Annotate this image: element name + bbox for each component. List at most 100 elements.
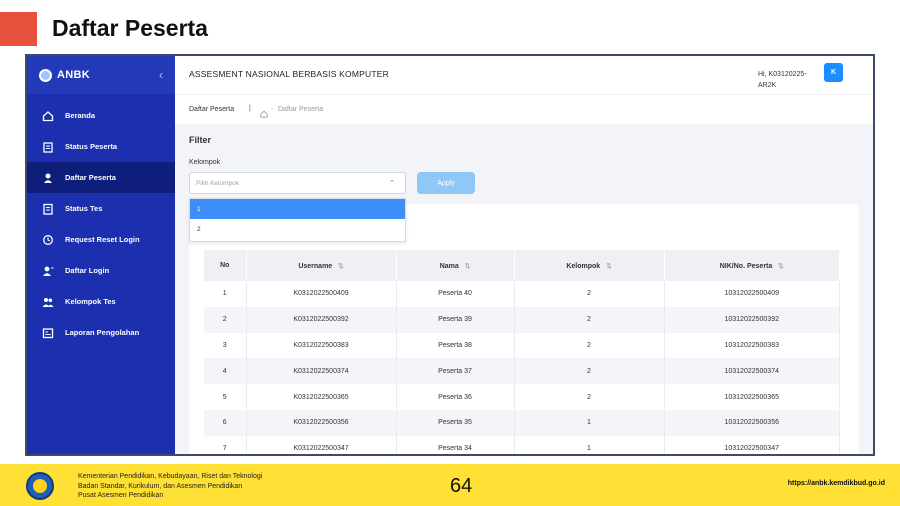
cell-kelompok: 1	[514, 435, 665, 454]
table-row: 1 K0312022500409 Peserta 40 2 1031202250…	[204, 281, 840, 307]
cell-nama: Peserta 34	[396, 435, 515, 454]
kelompok-label: Kelompok	[189, 159, 221, 166]
clipboard-icon	[42, 141, 54, 153]
sidebar-item-label: Kelompok Tes	[65, 297, 116, 306]
cell-nik: 10312022500383	[664, 332, 840, 359]
cell-nik: 10312022500374	[664, 358, 840, 385]
user-greeting-line1: Hi, K03120225-	[758, 71, 807, 78]
table-row: 6 K0312022500356 Peserta 35 1 1031202250…	[204, 409, 840, 436]
user-greeting-line2: AR2K	[758, 82, 777, 89]
sidebar-item-request-reset-login[interactable]: Request Reset Login	[27, 224, 175, 255]
user-greeting: Hi, K03120225- AR2K	[758, 69, 807, 91]
sidebar-item-status-tes[interactable]: Status Tes	[27, 193, 175, 224]
sidebar-item-laporan-pengolahan[interactable]: Laporan Pengolahan	[27, 317, 175, 348]
breadcrumb-current[interactable]: Daftar Peserta	[278, 106, 323, 113]
cell-nama: Peserta 39	[396, 306, 515, 333]
breadcrumb-dash: -	[271, 106, 274, 113]
dropdown-option-2[interactable]: 2	[190, 219, 405, 239]
cell-username: K0312022500365	[246, 384, 397, 410]
cell-nik: 10312022500347	[664, 435, 840, 454]
app-title: ASSESMENT NASIONAL BERBASIS KOMPUTER	[189, 69, 389, 79]
sidebar-item-kelompok-tes[interactable]: Kelompok Tes	[27, 286, 175, 317]
sidebar-collapse-icon[interactable]: ‹	[159, 68, 163, 82]
column-header-nik[interactable]: NIK/No. Peserta ⇅	[664, 250, 840, 281]
sidebar: ANBK ‹ Beranda Status Peserta Daftar Pes…	[27, 56, 175, 454]
sidebar-item-label: Daftar Login	[65, 266, 110, 275]
cell-nama: Peserta 35	[396, 409, 515, 436]
sidebar-item-label: Status Tes	[65, 204, 103, 213]
dropdown-option-1[interactable]: 1	[190, 199, 405, 219]
cell-no: 2	[204, 306, 247, 333]
checklist-icon	[42, 203, 54, 215]
table-row: 2 K0312022500392 Peserta 39 2 1031202250…	[204, 306, 840, 333]
cell-username: K0312022500374	[246, 358, 397, 385]
sidebar-item-status-peserta[interactable]: Status Peserta	[27, 131, 175, 162]
filter-title: Filter	[189, 135, 212, 145]
breadcrumb-separator: |	[249, 105, 251, 112]
peserta-table: No Username ⇅ Nama ⇅ Kelompok ⇅ NIK/No. Pes…	[204, 250, 840, 454]
top-bar: ASSESMENT NASIONAL BERBASIS KOMPUTER Hi,…	[175, 56, 873, 94]
footer-line-3: Pusat Asesmen Pendidikan	[78, 492, 164, 499]
cell-username: K0312022500392	[246, 306, 397, 333]
table-header-row: No Username ⇅ Nama ⇅ Kelompok ⇅ NIK/No. Pes…	[204, 250, 840, 281]
user-login-icon	[42, 265, 54, 277]
slide-footer: Kementerian Pendidikan, Kebudayaan, Rise…	[0, 464, 900, 506]
cell-no: 1	[204, 281, 247, 307]
sort-icon[interactable]: ⇅	[338, 263, 343, 270]
table-row: 3 K0312022500383 Peserta 38 2 1031202250…	[204, 332, 840, 359]
reset-icon	[42, 234, 54, 246]
sort-icon[interactable]: ⇅	[465, 263, 470, 270]
cell-nama: Peserta 37	[396, 358, 515, 385]
anbk-logo-icon	[39, 68, 52, 82]
chevron-up-icon: ⌃	[389, 180, 395, 187]
main-content: ASSESMENT NASIONAL BERBASIS KOMPUTER Hi,…	[175, 56, 873, 454]
cell-kelompok: 2	[514, 281, 665, 307]
slide-title: Daftar Peserta	[52, 15, 208, 41]
app-screenshot-frame: ANBK ‹ Beranda Status Peserta Daftar Pes…	[25, 54, 875, 456]
table-row: 5 K0312022500365 Peserta 36 2 1031202250…	[204, 384, 840, 410]
column-header-no: No	[204, 250, 247, 281]
column-header-kelompok[interactable]: Kelompok ⇅	[514, 250, 665, 281]
slide-accent-bar	[0, 12, 37, 46]
footer-line-1: Kementerian Pendidikan, Kebudayaan, Rise…	[78, 473, 263, 480]
sort-icon[interactable]: ⇅	[606, 263, 611, 270]
kemdikbud-logo-icon	[26, 472, 54, 500]
report-icon	[42, 327, 54, 339]
home-icon	[42, 110, 54, 122]
cell-no: 7	[204, 435, 247, 454]
table-row: 7 K0312022500347 Peserta 34 1 1031202250…	[204, 435, 840, 454]
cell-username: K0312022500347	[246, 435, 397, 454]
sidebar-item-label: Laporan Pengolahan	[65, 328, 140, 337]
kelompok-dropdown: 1 2	[189, 198, 406, 242]
kelompok-select-placeholder: Pilih Kelompok	[196, 180, 239, 187]
users-group-icon	[42, 296, 54, 308]
cell-username: K0312022500356	[246, 409, 397, 436]
cell-kelompok: 2	[514, 306, 665, 333]
column-header-nama[interactable]: Nama ⇅	[396, 250, 515, 281]
cell-no: 4	[204, 358, 247, 385]
cell-no: 5	[204, 384, 247, 410]
cell-nik: 10312022500392	[664, 306, 840, 333]
cell-nama: Peserta 40	[396, 281, 515, 307]
cell-kelompok: 1	[514, 409, 665, 436]
footer-institution: Kementerian Pendidikan, Kebudayaan, Rise…	[78, 472, 262, 501]
sidebar-item-label: Daftar Peserta	[65, 173, 116, 182]
avatar[interactable]: K	[824, 63, 843, 82]
apply-button[interactable]: Apply	[417, 172, 475, 194]
footer-line-2: Badan Standar, Kurikulum, dan Asesmen Pe…	[78, 482, 243, 490]
sidebar-item-beranda[interactable]: Beranda	[27, 100, 175, 131]
kelompok-select[interactable]: Pilih Kelompok ⌃	[189, 172, 406, 194]
cell-kelompok: 2	[514, 332, 665, 359]
page-number: 64	[450, 475, 473, 497]
cell-nama: Peserta 38	[396, 332, 515, 359]
column-header-username[interactable]: Username ⇅	[246, 250, 397, 281]
sidebar-item-daftar-login[interactable]: Daftar Login	[27, 255, 175, 286]
cell-nik: 10312022500409	[664, 281, 840, 307]
sidebar-item-label: Request Reset Login	[65, 235, 140, 244]
cell-nama: Peserta 36	[396, 384, 515, 410]
sidebar-item-label: Beranda	[65, 111, 96, 120]
home-icon[interactable]	[260, 105, 268, 118]
sort-icon[interactable]: ⇅	[778, 263, 783, 270]
cell-kelompok: 2	[514, 384, 665, 410]
sidebar-item-daftar-peserta[interactable]: Daftar Peserta	[27, 162, 175, 193]
